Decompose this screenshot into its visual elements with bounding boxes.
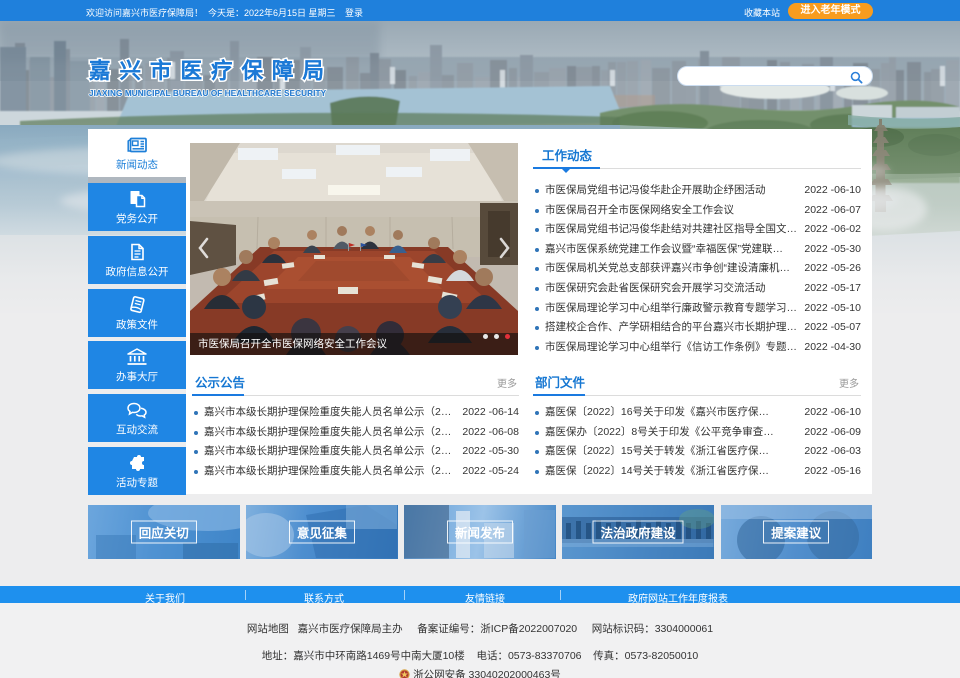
svg-text:JIAXING MUNICIPAL BUREAU OF HE: JIAXING MUNICIPAL BUREAU OF HEALTHCARE S… xyxy=(89,89,327,98)
svg-text:嘉兴市医疗保障局: 嘉兴市医疗保障局 xyxy=(89,58,333,83)
